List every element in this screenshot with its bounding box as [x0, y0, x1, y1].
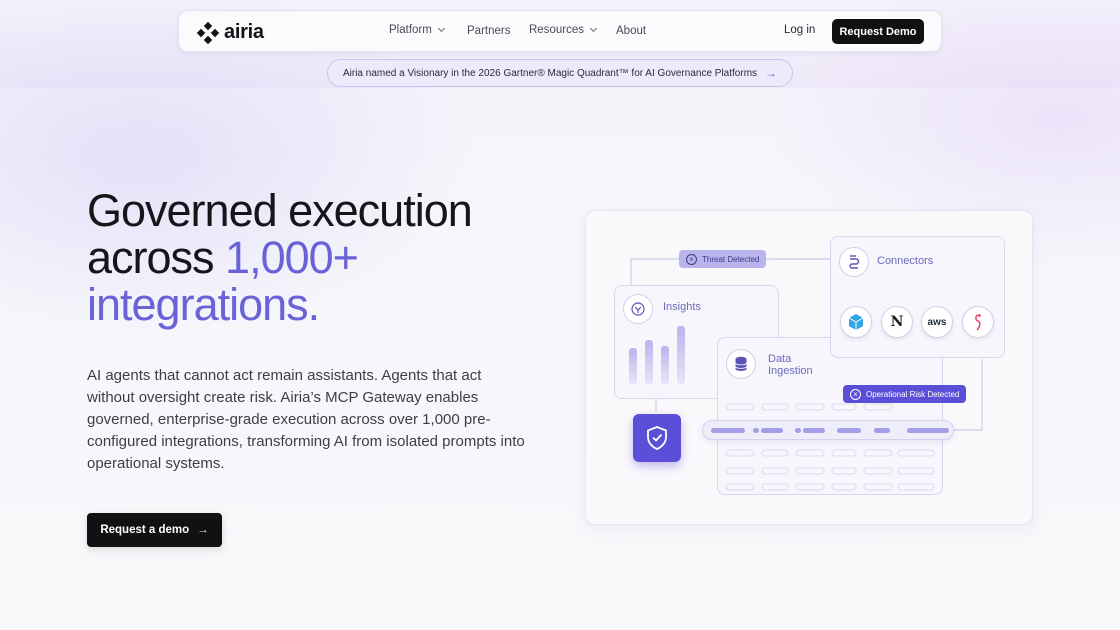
hero-title-accent-word: integrations. — [87, 279, 320, 330]
arrow-right-icon: → — [765, 66, 778, 80]
operational-risk-tag: × Operational Risk Detected — [843, 385, 967, 403]
request-demo-button[interactable]: Request Demo — [832, 19, 924, 44]
hero-description: AI agents that cannot act remain assista… — [87, 367, 525, 472]
link-icon — [839, 247, 869, 277]
login-link[interactable]: Log in — [784, 24, 815, 36]
cube-icon — [840, 306, 872, 338]
insights-bar — [645, 340, 653, 384]
notion-icon: N — [881, 306, 913, 338]
flamingo-icon — [962, 306, 994, 338]
nav-item-label: Platform — [389, 24, 432, 36]
arrow-right-icon: → — [197, 524, 209, 536]
chevron-down-icon — [437, 24, 445, 33]
hero-title-line1: Governed execution — [87, 185, 473, 236]
cta-label: Request a demo — [100, 524, 190, 536]
highlight-row — [702, 420, 954, 440]
announcement-banner[interactable]: Airia named a Visionary in the 2026 Gart… — [327, 59, 793, 87]
logo-text: airia — [224, 21, 264, 43]
data-ingestion-card: Data Ingestion — [717, 337, 943, 495]
integration-illustration: × Threat Detected Insights Data Ingestio… — [585, 210, 1033, 525]
close-circle-icon: × — [850, 388, 861, 400]
aws-icon: aws — [921, 306, 953, 338]
brain-icon — [623, 294, 653, 324]
hero-title-line2: across — [87, 232, 226, 283]
request-a-demo-button[interactable]: Request a demo → — [87, 513, 222, 547]
shield-check-icon — [633, 414, 681, 462]
hero-title-accent-number: 1,000+ — [225, 232, 359, 283]
nav-item-label: Resources — [529, 24, 584, 36]
nav-item-partners[interactable]: Partners — [467, 25, 527, 37]
data-rows — [725, 403, 935, 491]
connectors-label: Connectors — [877, 255, 934, 267]
insights-bar — [629, 348, 637, 384]
operational-risk-label: Operational Risk Detected — [866, 389, 960, 399]
insights-label: Insights — [663, 301, 701, 313]
chevron-down-icon — [589, 24, 598, 33]
insights-bar — [677, 326, 685, 384]
airia-logo-icon — [196, 21, 220, 44]
navbar: airia Platform Partners Resources About … — [178, 10, 942, 52]
connectors-card: Connectors N aws — [830, 236, 1005, 358]
threat-detected-label: Threat Detected — [702, 254, 760, 264]
threat-detected-tag: × Threat Detected — [679, 250, 767, 268]
logo[interactable]: airia — [196, 21, 264, 44]
hero-title: Governed execution across 1,000+ integra… — [87, 187, 557, 328]
nav-item-about[interactable]: About — [616, 25, 656, 37]
nav-item-resources[interactable]: Resources — [529, 24, 609, 36]
nav-item-label: Partners — [467, 25, 511, 37]
nav-item-platform[interactable]: Platform — [389, 24, 459, 36]
banner-text: Airia named a Visionary in the 2026 Gart… — [342, 67, 758, 79]
close-circle-icon: × — [686, 253, 697, 265]
highlight-row-pills — [711, 428, 949, 433]
insights-bar — [661, 346, 669, 384]
nav-item-label: About — [616, 25, 647, 37]
